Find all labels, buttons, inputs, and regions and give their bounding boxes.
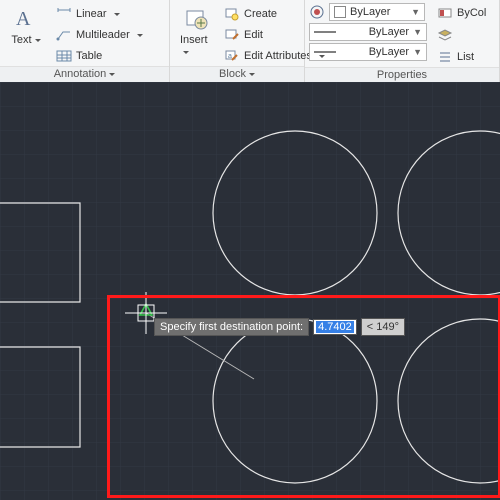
chevron-down-icon	[134, 29, 143, 41]
color-swatch-icon	[334, 6, 346, 18]
multileader-icon	[56, 27, 72, 43]
panel-block-title[interactable]: Block	[170, 66, 304, 82]
panel-block: Insert Create Edit a	[170, 0, 305, 82]
prompt-label: Specify first destination point:	[154, 318, 309, 336]
layers-button[interactable]	[433, 25, 490, 45]
layers-icon	[437, 27, 453, 43]
create-block-icon	[224, 6, 240, 22]
lineweight-combo[interactable]: ByLayer ▼	[309, 23, 427, 41]
multileader-button[interactable]: Multileader	[52, 25, 147, 45]
panel-annotation: A Text Linear Multileader	[0, 0, 170, 82]
edit-block-icon	[224, 27, 240, 43]
linetype-combo[interactable]: ByLayer ▼	[309, 43, 427, 61]
panel-annotation-title[interactable]: Annotation	[0, 66, 169, 82]
chevron-down-icon: ▼	[411, 7, 420, 17]
linear-dim-icon	[56, 6, 72, 22]
text-button[interactable]: A Text	[4, 2, 48, 48]
create-label: Create	[244, 8, 277, 20]
lineweight-icon	[314, 27, 336, 37]
panel-properties-title[interactable]: Properties	[305, 67, 499, 83]
ribbon: A Text Linear Multileader	[0, 0, 500, 83]
chevron-down-icon: ▼	[413, 27, 422, 37]
text-icon: A	[10, 4, 42, 32]
chevron-down-icon	[111, 8, 120, 20]
linear-button[interactable]: Linear	[52, 4, 147, 24]
table-button[interactable]: Table	[52, 46, 147, 66]
bycolor-icon	[437, 5, 453, 21]
svg-text:A: A	[16, 8, 31, 30]
insert-block-icon	[180, 4, 212, 32]
edit-attributes-label: Edit Attributes	[244, 50, 312, 62]
color-value: ByLayer	[350, 6, 407, 18]
insert-button[interactable]: Insert	[174, 2, 218, 60]
svg-text:a: a	[228, 53, 232, 60]
multileader-label: Multileader	[76, 29, 130, 41]
linetype-value: ByLayer	[340, 46, 409, 58]
match-properties-icon[interactable]	[309, 4, 325, 20]
list-icon	[437, 49, 453, 65]
list-label: List	[457, 51, 474, 63]
list-button[interactable]: List	[433, 47, 490, 67]
color-combo[interactable]: ByLayer ▼	[329, 3, 425, 21]
bycolor-button[interactable]: ByCol	[433, 3, 490, 23]
table-label: Table	[76, 50, 102, 62]
chevron-down-icon: ▼	[413, 47, 422, 57]
insert-label: Insert	[180, 34, 212, 58]
bycolor-label: ByCol	[457, 7, 486, 19]
table-icon	[56, 48, 72, 64]
linetype-icon	[314, 47, 336, 57]
distance-value: 4.7402	[316, 321, 354, 333]
distance-input[interactable]: 4.7402	[313, 319, 357, 335]
drawing-svg	[0, 82, 500, 500]
text-label: Text	[11, 34, 40, 46]
panel-properties: ByLayer ▼ ByLayer ▼ ByLayer ▼	[305, 0, 500, 82]
lineweight-value: ByLayer	[340, 26, 409, 38]
edit-attributes-icon: a	[224, 48, 240, 64]
dynamic-input: Specify first destination point: 4.7402 …	[154, 318, 405, 336]
edit-label: Edit	[244, 29, 263, 41]
drawing-canvas[interactable]: Specify first destination point: 4.7402 …	[0, 82, 500, 500]
linear-label: Linear	[76, 8, 107, 20]
angle-display: < 149°	[361, 318, 405, 336]
